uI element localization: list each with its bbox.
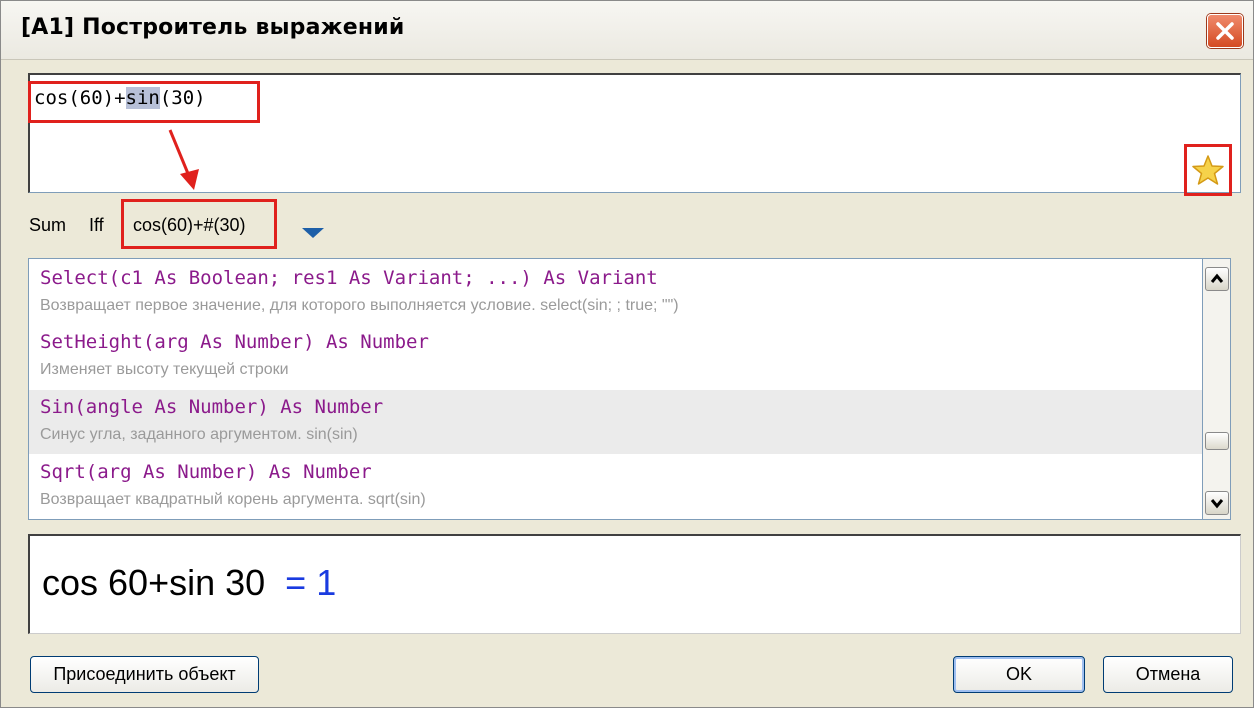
title-bar[interactable]: [A1] Построитель выражений (1, 1, 1253, 60)
close-icon (1216, 22, 1234, 40)
function-description: Изменяет высоту текущей строки (40, 361, 289, 378)
list-item-selected[interactable]: Sin(angle As Number) As Number Синус угл… (29, 390, 1202, 454)
toolbar-highlight-box (121, 199, 277, 249)
function-signature: Sqrt(arg As Number) As Number (40, 461, 372, 483)
favorite-button[interactable] (1184, 144, 1232, 196)
function-signature: Select(c1 As Boolean; res1 As Variant; .… (40, 267, 658, 289)
function-signature: SetHeight(arg As Number) As Number (40, 331, 429, 353)
scroll-down-button[interactable] (1205, 491, 1229, 515)
scroll-thumb[interactable] (1205, 432, 1229, 450)
result-preview: cos 60+sin 30 = 1 (28, 534, 1241, 634)
toolbar-item-sum[interactable]: Sum (29, 215, 66, 236)
expression-highlight-box (28, 81, 260, 123)
toolbar-item-iff[interactable]: Iff (89, 215, 104, 236)
expression-builder-window: [A1] Построитель выражений cos(60)+sin(3… (0, 0, 1254, 708)
function-description: Возвращает первое значение, для которого… (40, 297, 679, 314)
window-title: [A1] Построитель выражений (21, 15, 405, 40)
function-list[interactable]: Select(c1 As Boolean; res1 As Variant; .… (28, 258, 1231, 520)
function-description: Возвращает квадратный корень аргумента. … (40, 491, 426, 508)
star-icon (1192, 155, 1224, 185)
result-text: cos 60+sin 30 = 1 (42, 562, 336, 604)
chevron-down-icon[interactable] (301, 226, 325, 240)
result-value: = 1 (285, 562, 337, 603)
close-button[interactable] (1207, 14, 1243, 48)
function-description: Синус угла, заданного аргументом. sin(si… (40, 426, 358, 443)
function-signature: Sin(angle As Number) As Number (40, 396, 384, 418)
list-item[interactable]: Sqrt(arg As Number) As Number Возвращает… (29, 455, 1202, 519)
attach-object-button[interactable]: Присоединить объект (30, 656, 259, 693)
result-expression: cos 60+sin 30 (42, 562, 266, 603)
list-scrollbar[interactable] (1202, 258, 1231, 520)
cancel-button[interactable]: Отмена (1103, 656, 1233, 693)
list-item[interactable]: SetHeight(arg As Number) As Number Измен… (29, 325, 1202, 389)
annotation-arrow (168, 129, 199, 190)
scroll-up-button[interactable] (1205, 267, 1229, 291)
chevron-up-icon (1210, 273, 1224, 283)
chevron-down-small-icon (1210, 499, 1224, 509)
ok-button[interactable]: OK (953, 656, 1085, 693)
list-item[interactable]: Select(c1 As Boolean; res1 As Variant; .… (29, 261, 1202, 325)
